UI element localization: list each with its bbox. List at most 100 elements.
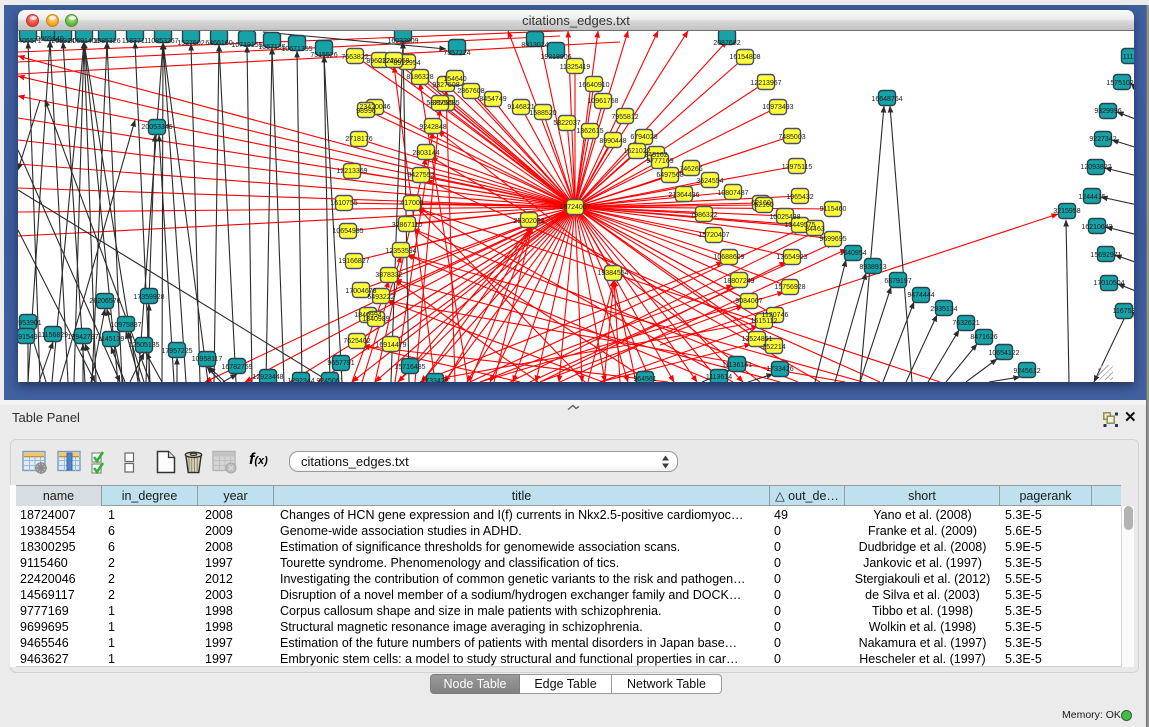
svg-text:15751024: 15751024 — [1106, 80, 1134, 87]
svg-text:2803144: 2803144 — [412, 150, 439, 157]
svg-text:25302033: 25302033 — [513, 218, 544, 225]
svg-text:10671355: 10671355 — [281, 46, 312, 53]
svg-text:9329996: 9329996 — [1094, 108, 1121, 115]
svg-text:10654122: 10654122 — [988, 350, 1019, 357]
svg-text:10975887: 10975887 — [110, 322, 141, 329]
svg-text:17004678: 17004678 — [345, 288, 376, 295]
svg-text:1145139: 1145139 — [98, 336, 125, 343]
svg-text:1733426: 1733426 — [421, 378, 448, 382]
svg-text:1113614: 1113614 — [706, 374, 732, 381]
svg-text:12353594: 12353594 — [385, 248, 416, 255]
svg-text:26206576: 26206576 — [89, 298, 120, 305]
svg-text:8427552: 8427552 — [407, 172, 434, 179]
svg-text:10688609: 10688609 — [713, 254, 744, 261]
svg-text:18807249: 18807249 — [723, 278, 754, 285]
svg-text:5493222: 5493222 — [367, 294, 394, 301]
svg-text:32867110: 32867110 — [392, 222, 423, 229]
svg-text:6794028: 6794028 — [630, 134, 657, 141]
svg-text:62160: 62160 — [754, 202, 774, 209]
svg-text:9115460: 9115460 — [820, 206, 847, 213]
svg-text:116753: 116753 — [1113, 308, 1134, 315]
svg-text:1610755: 1610755 — [330, 200, 357, 207]
svg-text:98996: 98996 — [356, 108, 376, 115]
svg-text:6497568: 6497568 — [656, 172, 683, 179]
svg-text:1840989: 1840989 — [362, 316, 389, 323]
svg-text:154640: 154640 — [443, 76, 466, 83]
svg-text:12093822: 12093822 — [1080, 164, 1111, 171]
svg-text:6879197: 6879197 — [884, 278, 911, 285]
svg-text:11156829: 11156829 — [38, 332, 68, 339]
svg-text:17010504: 17010504 — [1093, 280, 1124, 287]
svg-text:8186328: 8186328 — [406, 74, 433, 81]
svg-text:7663822: 7663822 — [341, 54, 368, 61]
svg-text:1615112: 1615112 — [751, 318, 778, 325]
svg-text:7357224: 7357224 — [443, 50, 470, 57]
svg-text:17957225: 17957225 — [161, 348, 192, 355]
svg-text:8938913: 8938913 — [859, 264, 886, 271]
svg-text:1112: 1112 — [1123, 54, 1134, 61]
svg-text:12505135: 12505135 — [128, 342, 159, 349]
svg-text:10025438: 10025438 — [769, 214, 800, 221]
svg-text:12942737: 12942737 — [67, 334, 98, 341]
svg-text:11325419: 11325419 — [560, 64, 591, 71]
svg-text:21364436: 21364436 — [668, 192, 699, 199]
svg-text:17359928: 17359928 — [133, 294, 164, 301]
svg-text:1965432: 1965432 — [786, 194, 813, 201]
svg-text:9242848: 9242848 — [419, 124, 446, 131]
svg-text:1362615: 1362615 — [576, 128, 603, 135]
svg-text:964561: 964561 — [633, 376, 656, 382]
svg-text:1588520: 1588520 — [529, 110, 556, 117]
svg-text:11136141: 11136141 — [722, 362, 752, 369]
svg-text:84463: 84463 — [805, 226, 825, 233]
svg-text:2867608: 2867608 — [457, 88, 484, 95]
svg-text:9084067: 9084067 — [735, 298, 762, 305]
svg-text:15716485: 15716485 — [394, 364, 425, 371]
svg-text:16033809: 16033809 — [387, 38, 418, 45]
svg-text:7625402: 7625402 — [343, 338, 370, 345]
svg-text:23226058: 23226058 — [378, 58, 409, 65]
svg-text:8471626: 8471626 — [970, 334, 997, 341]
svg-text:5322037: 5322037 — [553, 120, 580, 127]
svg-text:7632621: 7632621 — [952, 320, 979, 327]
svg-text:8813014: 8813014 — [521, 42, 548, 49]
svg-text:20053346: 20053346 — [141, 124, 172, 131]
svg-text:1183711: 1183711 — [122, 38, 148, 45]
svg-text:15720407: 15720407 — [698, 232, 729, 239]
svg-text:15756928: 15756928 — [774, 284, 805, 291]
svg-text:8990448: 8990448 — [599, 138, 626, 145]
svg-text:1292344: 1292344 — [287, 378, 314, 382]
svg-text:19384554: 19384554 — [597, 270, 628, 277]
svg-text:9227342: 9227342 — [1089, 136, 1116, 143]
svg-text:417006: 417006 — [400, 200, 423, 207]
svg-text:16210643: 16210643 — [1081, 224, 1112, 231]
svg-text:9777169: 9777169 — [646, 158, 673, 165]
svg-text:3878332: 3878332 — [375, 272, 402, 279]
svg-text:252214: 252214 — [762, 344, 785, 351]
svg-text:12213369: 12213369 — [336, 168, 367, 175]
svg-text:2935134: 2935134 — [930, 306, 957, 313]
svg-text:10807487: 10807487 — [717, 190, 748, 197]
svg-text:16782759: 16782759 — [221, 364, 252, 371]
svg-text:10853267: 10853267 — [147, 38, 178, 45]
svg-text:5875685: 5875685 — [426, 100, 453, 107]
svg-text:16914479: 16914479 — [375, 342, 406, 349]
svg-text:1244415: 1244415 — [1078, 194, 1105, 201]
svg-text:8454749: 8454749 — [479, 96, 506, 103]
svg-text:391549: 391549 — [18, 334, 38, 341]
svg-text:7986322: 7986322 — [690, 212, 717, 219]
svg-text:9657791: 9657791 — [327, 360, 354, 367]
svg-text:19218906: 19218906 — [540, 54, 571, 61]
svg-text:2087682: 2087682 — [713, 40, 740, 47]
svg-text:13654923: 13654923 — [776, 254, 807, 261]
svg-text:10961758: 10961758 — [587, 98, 618, 105]
svg-text:19166827: 19166827 — [338, 258, 369, 265]
svg-text:1733426: 1733426 — [766, 366, 793, 373]
svg-text:16640910: 16640910 — [578, 82, 609, 89]
svg-text:7955812: 7955812 — [611, 114, 638, 121]
svg-text:12213967: 12213967 — [750, 80, 781, 87]
svg-text:3624554: 3624554 — [696, 178, 723, 185]
svg-text:2718176: 2718176 — [345, 136, 372, 143]
svg-text:15692971: 15692971 — [1090, 252, 1121, 259]
svg-text:7485003: 7485003 — [778, 134, 805, 141]
svg-text:13524851: 13524851 — [741, 336, 772, 343]
